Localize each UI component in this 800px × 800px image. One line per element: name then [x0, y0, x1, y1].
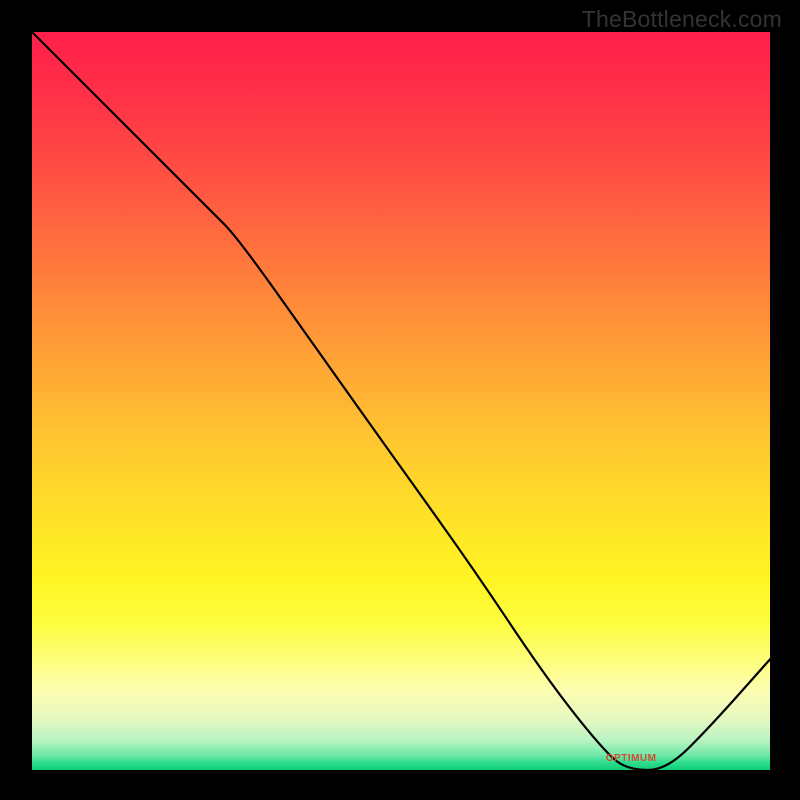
watermark-text: TheBottleneck.com: [582, 6, 782, 33]
optimum-marker: OPTIMUM: [606, 753, 657, 764]
chart-frame: TheBottleneck.com OPTIMUM: [0, 0, 800, 800]
plot-area: OPTIMUM: [32, 32, 770, 770]
curve-path: [32, 32, 770, 770]
bottleneck-curve: [32, 32, 770, 770]
